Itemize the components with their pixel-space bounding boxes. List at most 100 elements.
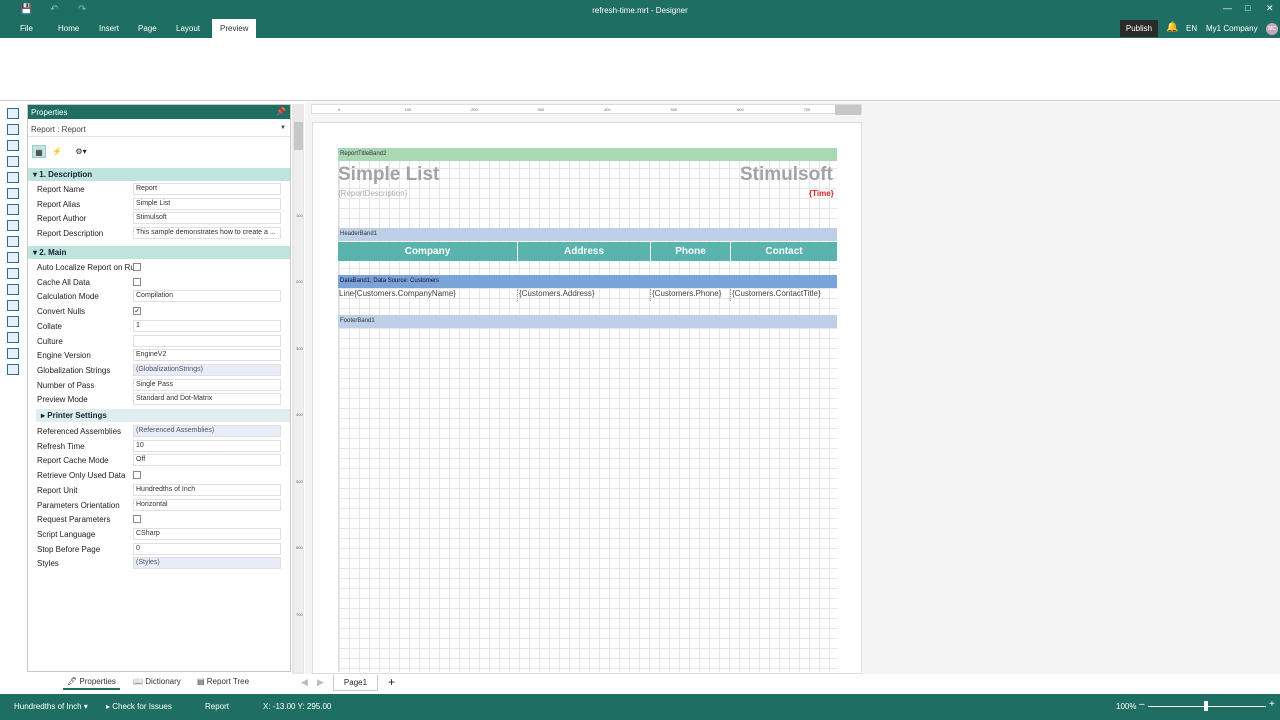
vertical-scrollbar[interactable]: [294, 122, 303, 150]
property-value-text: CSharp: [136, 529, 160, 537]
data-cell-company[interactable]: Line{Customers.CompanyName}: [338, 289, 518, 301]
tools-icon[interactable]: [7, 364, 19, 375]
data-band[interactable]: DataBand1; Data Source: Customers: [338, 275, 837, 288]
property-value[interactable]: This sample demonstrates how to create a…: [133, 227, 281, 240]
menu-page[interactable]: Page: [138, 24, 157, 38]
property-value[interactable]: Single Pass: [133, 378, 281, 391]
text-icon[interactable]: [7, 204, 19, 215]
add-page-icon[interactable]: +: [388, 675, 395, 689]
menu-preview[interactable]: Preview: [212, 19, 257, 38]
tab-page1[interactable]: Page1: [333, 675, 378, 691]
next-page-icon[interactable]: ▶: [317, 677, 324, 688]
container-icon[interactable]: [7, 284, 19, 295]
property-checkbox[interactable]: [133, 471, 141, 480]
table-icon[interactable]: [7, 300, 19, 311]
menu-home[interactable]: Home: [58, 24, 79, 38]
property-value[interactable]: 10: [133, 439, 281, 452]
property-value[interactable]: Simple List: [133, 197, 281, 210]
map-icon[interactable]: [7, 332, 19, 343]
maximize-icon[interactable]: □: [1245, 3, 1250, 13]
property-value[interactable]: (GlobalizationStrings): [133, 363, 281, 376]
data-cell-phone[interactable]: {Customers.Phone}: [651, 289, 731, 301]
rich-text-icon[interactable]: [7, 220, 19, 231]
ruler-margin: [835, 105, 861, 115]
tab-dictionary[interactable]: 📖 Dictionary: [129, 676, 185, 690]
zoom-slider-thumb[interactable]: [1204, 701, 1208, 711]
property-checkbox[interactable]: [133, 515, 141, 524]
category-main[interactable]: ▾ 2. Main: [28, 246, 290, 259]
menu-insert[interactable]: Insert: [99, 24, 119, 38]
property-value[interactable]: 0: [133, 542, 281, 555]
report-title-band-icon[interactable]: [7, 108, 19, 119]
property-value[interactable]: Compilation: [133, 290, 281, 303]
report-description-field[interactable]: {ReportDescription}: [338, 189, 407, 198]
avatar[interactable]: MC: [1266, 23, 1278, 35]
column-header-phone[interactable]: Phone: [651, 242, 731, 261]
column-header-address[interactable]: Address: [518, 242, 651, 261]
property-value[interactable]: Report: [133, 183, 281, 195]
property-name: Stop Before Page: [37, 544, 101, 554]
column-header-company[interactable]: Company: [338, 242, 518, 261]
category-printer-settings[interactable]: ▸ Printer Settings: [36, 409, 290, 422]
report-title-band[interactable]: ReportTitleBand2: [338, 148, 837, 161]
zoom-out-icon[interactable]: –: [1139, 699, 1145, 710]
zoom-in-icon[interactable]: +: [1269, 699, 1275, 710]
property-value[interactable]: (Styles): [133, 557, 281, 570]
data-band-icon[interactable]: [7, 140, 19, 151]
property-checkbox[interactable]: [133, 277, 141, 286]
property-value[interactable]: Stimulsoft: [133, 212, 281, 225]
ruler-tick: 0: [338, 107, 341, 112]
property-value[interactable]: 1: [133, 319, 281, 332]
property-value[interactable]: EngineV2: [133, 349, 281, 362]
header-band-icon[interactable]: [7, 124, 19, 135]
component-selector[interactable]: Report : Report ▼: [28, 122, 290, 137]
shape-icon[interactable]: [7, 172, 19, 183]
category-description[interactable]: ▾ 1. Description: [28, 168, 290, 181]
publish-button[interactable]: Publish: [1120, 20, 1158, 37]
property-value[interactable]: [133, 334, 281, 347]
property-checkbox[interactable]: [133, 263, 141, 271]
chart-icon[interactable]: [7, 348, 19, 359]
minimize-icon[interactable]: —: [1223, 3, 1232, 13]
events-icon[interactable]: ⚡: [50, 145, 64, 158]
property-value[interactable]: Horizontal: [133, 498, 281, 511]
unit-selector[interactable]: Hundredths of Inch ▾: [14, 702, 88, 711]
menu-file[interactable]: File: [20, 24, 33, 38]
pin-icon[interactable]: 📌: [276, 107, 286, 116]
brand-text[interactable]: Stimulsoft: [740, 164, 833, 186]
component-icon[interactable]: [7, 188, 19, 199]
time-field[interactable]: {Time}: [809, 189, 834, 198]
close-icon[interactable]: ✕: [1266, 3, 1274, 14]
checkbox-icon[interactable]: [7, 316, 19, 327]
property-checkbox[interactable]: ✓: [133, 307, 141, 316]
check-issues-button[interactable]: ▸ Check for Issues: [106, 702, 172, 711]
property-value[interactable]: Hundredths of Inch: [133, 483, 281, 496]
page-grid[interactable]: [338, 148, 837, 672]
tab-report-tree[interactable]: ▤ Report Tree: [193, 676, 253, 690]
property-value[interactable]: CSharp: [133, 527, 281, 540]
cross-band-icon[interactable]: [7, 156, 19, 167]
panel-icon[interactable]: [7, 268, 19, 279]
report-title-text[interactable]: Simple List: [338, 164, 439, 186]
language-selector[interactable]: EN: [1186, 24, 1197, 33]
menu-layout[interactable]: Layout: [176, 24, 200, 38]
properties-view-icon[interactable]: ▦: [32, 145, 46, 158]
data-cell-address[interactable]: {Customers.Address}: [518, 289, 651, 301]
footer-band[interactable]: FooterBand1: [338, 315, 837, 328]
property-value[interactable]: (Referenced Assemblies): [133, 425, 281, 437]
status-report[interactable]: Report: [205, 702, 229, 711]
properties-header: Properties 📌: [28, 105, 290, 119]
bell-icon[interactable]: 🔔: [1166, 22, 1178, 33]
prev-page-icon[interactable]: ◀: [301, 677, 308, 688]
property-value-text: 10: [136, 441, 144, 449]
property-value[interactable]: Standard and Dot-Matrix: [133, 393, 281, 406]
image-icon[interactable]: [7, 236, 19, 247]
property-value[interactable]: Off: [133, 454, 281, 467]
picture-icon[interactable]: [7, 252, 19, 263]
gear-icon[interactable]: ⚙▾: [70, 145, 92, 158]
company-name[interactable]: My1 Company: [1206, 24, 1258, 33]
tab-properties[interactable]: 🖋 Properties: [63, 676, 120, 690]
column-header-contact[interactable]: Contact: [731, 242, 837, 261]
data-cell-contact[interactable]: {Customers.ContactTitle}: [731, 289, 837, 301]
header-band[interactable]: HeaderBand1: [338, 228, 837, 241]
